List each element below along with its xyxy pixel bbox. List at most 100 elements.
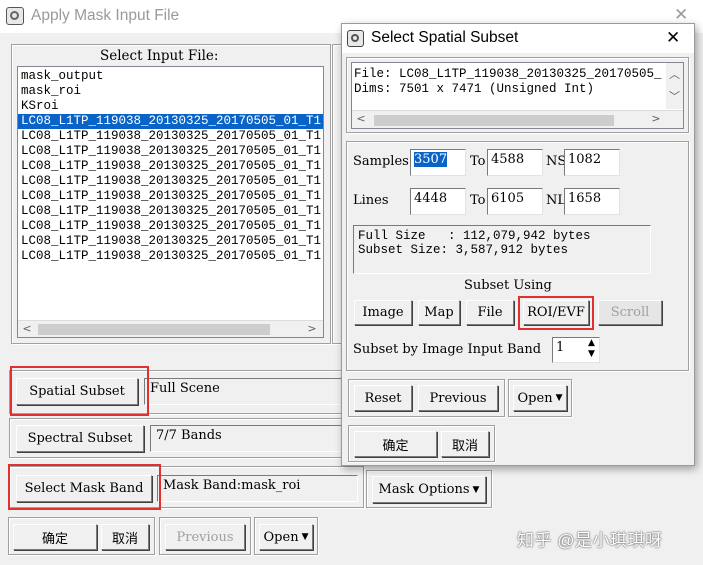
samples-to-label: To <box>470 154 486 169</box>
list-item[interactable]: LC08_L1TP_119038_20130325_20170505_01_T1 <box>18 219 323 234</box>
spatial-subset-label: Spatial Subset <box>29 384 125 399</box>
nl-input[interactable]: 1658 <box>564 188 620 215</box>
dialog-ok-button[interactable]: 确定 <box>354 431 437 457</box>
spatial-subset-value: Full Scene <box>144 378 344 405</box>
file-list-items: mask_output mask_roi KSroi LC08_L1TP_119038… <box>18 69 323 264</box>
file-list[interactable]: mask_output mask_roi KSroi LC08_L1TP_119038… <box>17 66 324 338</box>
scroll-left-icon[interactable]: < <box>355 112 367 125</box>
file-info-box: File: LC08_L1TP_119038_20130325_20170505… <box>351 62 684 129</box>
scroll-right-icon[interactable]: > <box>650 112 662 125</box>
dialog-title: Select Spatial Subset <box>371 29 519 46</box>
ns-input[interactable]: 1082 <box>564 149 620 176</box>
samples-from-input[interactable]: 3507 <box>410 149 466 176</box>
dialog-ok-label: 确定 <box>382 437 409 453</box>
dropdown-arrow-icon: ▼ <box>301 532 309 542</box>
scroll-thumb[interactable] <box>374 115 614 126</box>
subset-map-button[interactable]: Map <box>418 300 460 325</box>
dialog-reset-label: Reset <box>364 390 402 406</box>
samples-label: Samples <box>353 154 409 169</box>
lines-to-input[interactable]: 6105 <box>487 188 543 215</box>
file-list-hscrollbar[interactable]: < > <box>18 320 323 337</box>
mask-band-text: Mask Band:mask_roi <box>163 478 301 493</box>
spectral-subset-button[interactable]: Spectral Subset <box>16 425 144 452</box>
list-item[interactable]: mask_roi <box>18 84 323 99</box>
spectral-subset-text: 7/7 Bands <box>156 428 222 443</box>
samples-to-input[interactable]: 4588 <box>487 149 543 176</box>
subset-roi-evf-button[interactable]: ROI/EVF <box>523 300 589 325</box>
dims-info-text: Dims: 7501 x 7471 (Unsigned Int) <box>354 82 595 96</box>
main-previous-button[interactable]: Previous <box>165 524 245 550</box>
dialog-reset-button[interactable]: Reset <box>354 385 412 411</box>
dialog-title-bar: Select Spatial Subset ✕ <box>342 24 694 53</box>
scroll-left-icon[interactable]: < <box>21 322 33 335</box>
samples-to-value: 4588 <box>491 152 525 167</box>
list-item[interactable]: LC08_L1TP_119038_20130325_20170505_01_T1 <box>18 204 323 219</box>
dialog-close-icon[interactable]: ✕ <box>666 28 680 48</box>
scroll-right-icon[interactable]: > <box>306 322 318 335</box>
lines-to-label: To <box>470 193 486 208</box>
full-size-text: Full Size : 112,079,942 bytes <box>358 229 591 243</box>
subset-map-label: Map <box>424 305 454 320</box>
subset-file-button[interactable]: File <box>466 300 514 325</box>
lines-from-input[interactable]: 4448 <box>410 188 466 215</box>
list-item[interactable]: LC08_L1TP_119038_20130325_20170505_01_T1 <box>18 234 323 249</box>
spatial-subset-text: Full Scene <box>150 381 220 396</box>
mask-options-button[interactable]: Mask Options ▼ <box>372 476 486 503</box>
envi-app-icon <box>6 7 24 25</box>
main-open-button[interactable]: Open ▼ <box>259 524 313 550</box>
list-item[interactable]: KSroi <box>18 99 323 114</box>
dropdown-arrow-icon: ▼ <box>555 393 563 403</box>
list-item[interactable]: LC08_L1TP_119038_20130325_20170505_01_T1 <box>18 114 323 129</box>
list-item[interactable]: LC08_L1TP_119038_20130325_20170505_01_T1 <box>18 189 323 204</box>
main-close-icon[interactable]: ✕ <box>674 5 688 25</box>
dialog-cancel-label: 取消 <box>451 437 478 453</box>
info-vscrollbar[interactable]: ︿ ﹀ <box>666 63 683 109</box>
main-cancel-label: 取消 <box>111 530 138 546</box>
lines-from-value: 4448 <box>414 191 448 206</box>
subset-image-label: Image <box>362 305 404 320</box>
select-mask-band-button[interactable]: Select Mask Band <box>16 475 152 502</box>
dropdown-arrow-icon: ▼ <box>472 484 480 495</box>
dialog-envi-icon <box>347 30 364 47</box>
subset-dialog: Select Spatial Subset ✕ File: LC08_L1TP_… <box>341 23 695 466</box>
scroll-up-icon[interactable]: ︿ <box>668 66 681 82</box>
main-previous-label: Previous <box>176 529 234 545</box>
samples-from-value: 3507 <box>414 152 448 167</box>
list-item[interactable]: LC08_L1TP_119038_20130325_20170505_01_T1 <box>18 129 323 144</box>
spectral-subset-label: Spectral Subset <box>27 431 133 446</box>
subset-image-button[interactable]: Image <box>354 300 412 325</box>
dialog-open-button[interactable]: Open ▼ <box>513 385 567 411</box>
main-ok-button[interactable]: 确定 <box>13 524 97 550</box>
subset-scroll-button[interactable]: Scroll <box>598 300 662 325</box>
spatial-subset-button[interactable]: Spatial Subset <box>16 378 138 405</box>
list-item[interactable]: mask_output <box>18 69 323 84</box>
band-value: 1 <box>556 340 565 355</box>
size-info-box: Full Size : 112,079,942 bytes Subset Siz… <box>353 225 651 274</box>
list-item[interactable]: LC08_L1TP_119038_20130325_20170505_01_T1 <box>18 144 323 159</box>
spinner-arrows-icon[interactable]: ▲ ▼ <box>584 338 599 362</box>
band-label: Subset by Image Input Band <box>353 342 542 357</box>
dialog-open-label: Open <box>517 390 553 406</box>
list-item[interactable]: LC08_L1TP_119038_20130325_20170505_01_T1 <box>18 159 323 174</box>
info-hscrollbar[interactable]: < > <box>352 110 683 128</box>
dialog-cancel-button[interactable]: 取消 <box>441 431 489 457</box>
list-item[interactable]: LC08_L1TP_119038_20130325_20170505_01_T1 <box>18 174 323 189</box>
scroll-thumb[interactable] <box>38 324 270 335</box>
list-item[interactable]: LC08_L1TP_119038_20130325_20170505_01_T1 <box>18 249 323 264</box>
select-input-label: Select Input File: <box>100 48 219 64</box>
watermark-text: 知乎 @是小琪琪呀 <box>517 531 663 550</box>
dialog-previous-button[interactable]: Previous <box>418 385 498 411</box>
nl-value: 1658 <box>568 191 602 206</box>
subset-roi-evf-label: ROI/EVF <box>527 305 585 320</box>
subset-scroll-label: Scroll <box>610 305 650 320</box>
select-mask-band-label: Select Mask Band <box>24 481 144 496</box>
band-spinner-input[interactable]: 1 ▲ ▼ <box>552 337 600 363</box>
main-window-title: Apply Mask Input File <box>31 7 180 24</box>
mask-band-value: Mask Band:mask_roi <box>157 475 358 502</box>
subset-file-label: File <box>477 305 503 320</box>
ns-value: 1082 <box>568 152 602 167</box>
subset-using-label: Subset Using <box>464 278 552 293</box>
subset-size-text: Subset Size: 3,587,912 bytes <box>358 243 569 257</box>
scroll-down-icon[interactable]: ﹀ <box>668 88 681 104</box>
main-cancel-button[interactable]: 取消 <box>101 524 149 550</box>
